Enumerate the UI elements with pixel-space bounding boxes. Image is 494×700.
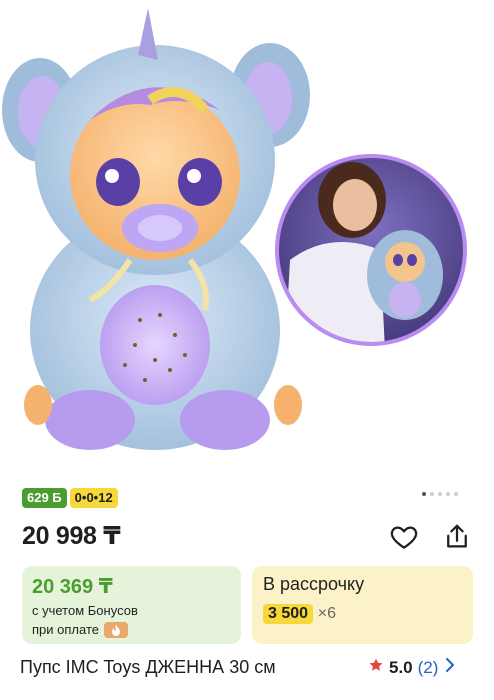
bonus-badge: 629 Б <box>22 488 67 508</box>
installment-multiplier: ×6 <box>317 605 337 622</box>
payment-note: при оплате <box>32 622 99 637</box>
rating-score: 5.0 <box>389 657 413 677</box>
star-icon <box>368 657 384 678</box>
inset-photo <box>275 154 467 346</box>
installment-title: В рассрочку <box>263 574 365 594</box>
review-count: (2) <box>417 657 439 677</box>
chevron-right-icon <box>445 657 455 678</box>
heart-icon[interactable] <box>389 522 419 552</box>
pager-dot[interactable] <box>430 492 434 496</box>
share-icon[interactable] <box>442 522 472 552</box>
rating-link[interactable]: 5.0 (2) <box>368 657 455 678</box>
installment-amount: 3 500 <box>263 604 314 624</box>
bonus-note: с учетом Бонусов <box>32 603 138 618</box>
pager-dot[interactable] <box>454 492 458 496</box>
pager-dot[interactable] <box>422 492 426 496</box>
promo-badges: 629 Б 0•0•12 <box>22 488 118 508</box>
product-title: Пупс IMC Toys ДЖЕННА 30 см <box>20 657 276 677</box>
pager-dot[interactable] <box>446 492 450 496</box>
bonus-price-card[interactable]: 20 369 ₸ с учетом Бонусов при оплате <box>22 566 241 644</box>
installment-card[interactable]: В рассрочку 3 500 ×6 <box>252 566 473 644</box>
gallery-pager <box>422 492 458 496</box>
bonus-price: 20 369 ₸ <box>32 576 113 598</box>
payment-service-icon <box>103 621 128 638</box>
product-image-gallery[interactable] <box>0 0 494 470</box>
doll-image <box>2 8 467 450</box>
installment-badge: 0•0•12 <box>69 488 118 508</box>
product-price: 20 998 ₸ <box>22 522 121 550</box>
pager-dot[interactable] <box>438 492 442 496</box>
